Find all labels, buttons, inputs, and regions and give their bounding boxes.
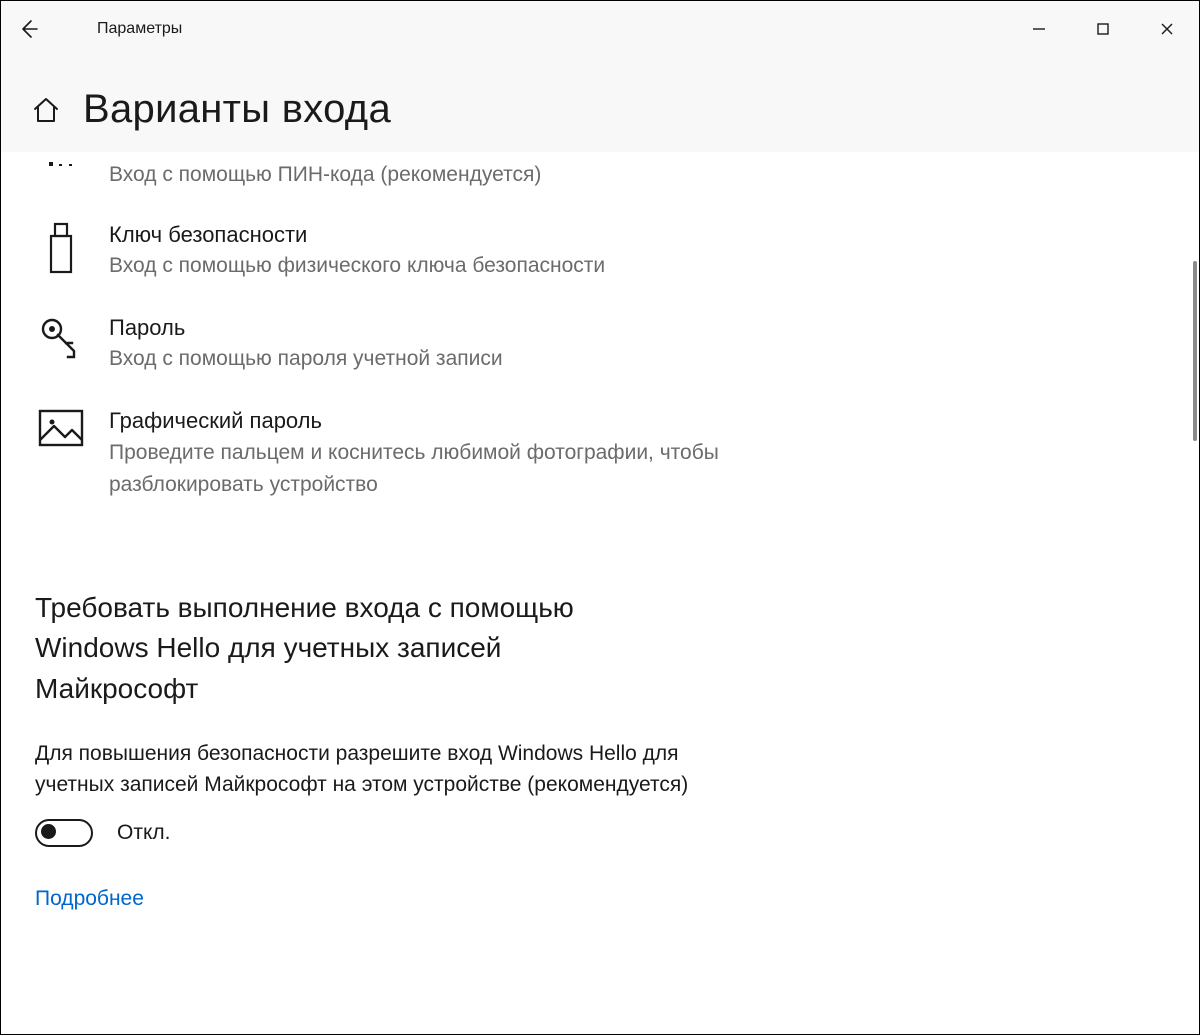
option-security-key[interactable]: Ключ безопасности Вход с помощью физичес… bbox=[35, 214, 755, 307]
keypad-icon bbox=[35, 158, 87, 172]
maximize-button[interactable] bbox=[1071, 1, 1135, 57]
minimize-icon bbox=[1032, 22, 1046, 36]
toggle-knob bbox=[41, 824, 56, 839]
option-picture-password-title: Графический пароль bbox=[109, 406, 755, 436]
maximize-icon bbox=[1096, 22, 1110, 36]
page-title: Варианты входа bbox=[83, 87, 391, 132]
window-controls bbox=[1007, 1, 1199, 57]
page-header: Варианты входа bbox=[1, 57, 1199, 152]
option-picture-password[interactable]: Графический пароль Проведите пальцем и к… bbox=[35, 400, 755, 526]
hello-toggle-row: Откл. bbox=[35, 819, 1165, 847]
key-icon bbox=[35, 313, 87, 361]
option-picture-password-desc: Проведите пальцем и коснитесь любимой фо… bbox=[109, 437, 755, 502]
hello-toggle-label: Откл. bbox=[117, 821, 170, 845]
picture-icon bbox=[35, 406, 87, 448]
option-security-key-title: Ключ безопасности bbox=[109, 220, 755, 250]
option-password-title: Пароль bbox=[109, 313, 755, 343]
usb-key-icon bbox=[35, 220, 87, 276]
minimize-button[interactable] bbox=[1007, 1, 1071, 57]
option-password[interactable]: Пароль Вход с помощью пароля учетной зап… bbox=[35, 307, 755, 400]
hello-section-title: Требовать выполнение входа с помощью Win… bbox=[35, 588, 655, 710]
home-icon[interactable] bbox=[31, 95, 61, 125]
content-area: Вход с помощью ПИН-кода (рекомендуется) … bbox=[1, 152, 1199, 1015]
close-button[interactable] bbox=[1135, 1, 1199, 57]
hello-section-desc: Для повышения безопасности разрешите вхо… bbox=[35, 738, 755, 801]
signin-option-list: Вход с помощью ПИН-кода (рекомендуется) … bbox=[35, 152, 755, 526]
titlebar: Параметры bbox=[1, 1, 1199, 57]
back-button[interactable] bbox=[1, 1, 57, 57]
learn-more-link[interactable]: Подробнее bbox=[35, 887, 144, 911]
close-icon bbox=[1160, 22, 1174, 36]
scrollbar[interactable] bbox=[1193, 261, 1197, 441]
hello-toggle[interactable] bbox=[35, 819, 93, 847]
option-pin-desc: Вход с помощью ПИН-кода (рекомендуется) bbox=[109, 159, 755, 192]
back-arrow-icon bbox=[19, 19, 39, 39]
option-password-desc: Вход с помощью пароля учетной записи bbox=[109, 343, 755, 376]
window-title: Параметры bbox=[97, 20, 182, 38]
option-pin[interactable]: Вход с помощью ПИН-кода (рекомендуется) bbox=[35, 158, 755, 214]
option-security-key-desc: Вход с помощью физического ключа безопас… bbox=[109, 250, 755, 283]
